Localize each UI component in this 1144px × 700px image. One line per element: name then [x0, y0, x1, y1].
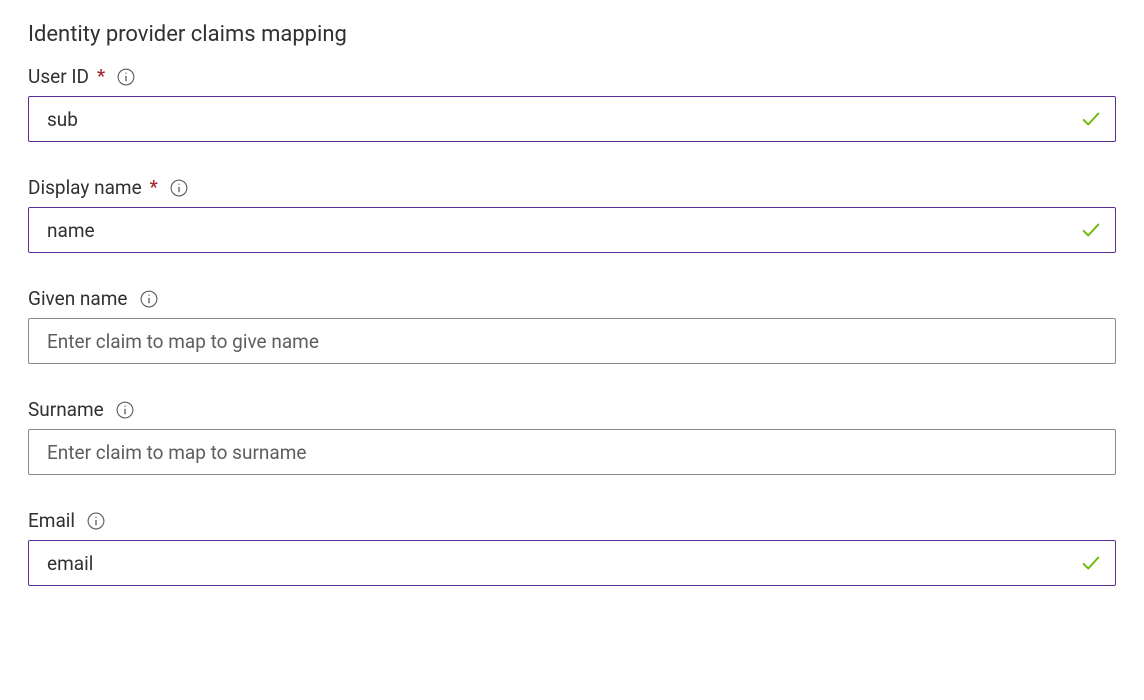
given-name-input[interactable]: [28, 318, 1116, 364]
label-row-display-name: Display name *: [28, 176, 1116, 199]
form-group-email: Email: [28, 509, 1116, 586]
email-input[interactable]: [28, 540, 1116, 586]
required-asterisk: *: [97, 66, 105, 87]
info-icon[interactable]: [170, 179, 188, 197]
display-name-input[interactable]: [28, 207, 1116, 253]
info-icon[interactable]: [117, 68, 135, 86]
info-icon[interactable]: [87, 512, 105, 530]
label-surname: Surname: [28, 398, 104, 421]
section-title: Identity provider claims mapping: [28, 22, 1116, 47]
input-wrapper-email: [28, 540, 1116, 586]
input-wrapper-given-name: [28, 318, 1116, 364]
surname-input[interactable]: [28, 429, 1116, 475]
info-icon[interactable]: [116, 401, 134, 419]
label-email: Email: [28, 509, 75, 532]
input-wrapper-display-name: [28, 207, 1116, 253]
user-id-input[interactable]: [28, 96, 1116, 142]
claims-mapping-section: Identity provider claims mapping User ID…: [0, 0, 1144, 642]
label-user-id: User ID: [28, 65, 89, 88]
info-icon[interactable]: [140, 290, 158, 308]
label-given-name: Given name: [28, 287, 128, 310]
required-asterisk: *: [150, 177, 158, 198]
input-wrapper-user-id: [28, 96, 1116, 142]
input-wrapper-surname: [28, 429, 1116, 475]
form-group-user-id: User ID *: [28, 65, 1116, 142]
label-row-surname: Surname: [28, 398, 1116, 421]
label-display-name: Display name: [28, 176, 142, 199]
label-row-email: Email: [28, 509, 1116, 532]
form-group-surname: Surname: [28, 398, 1116, 475]
label-row-user-id: User ID *: [28, 65, 1116, 88]
label-row-given-name: Given name: [28, 287, 1116, 310]
form-group-display-name: Display name *: [28, 176, 1116, 253]
form-group-given-name: Given name: [28, 287, 1116, 364]
